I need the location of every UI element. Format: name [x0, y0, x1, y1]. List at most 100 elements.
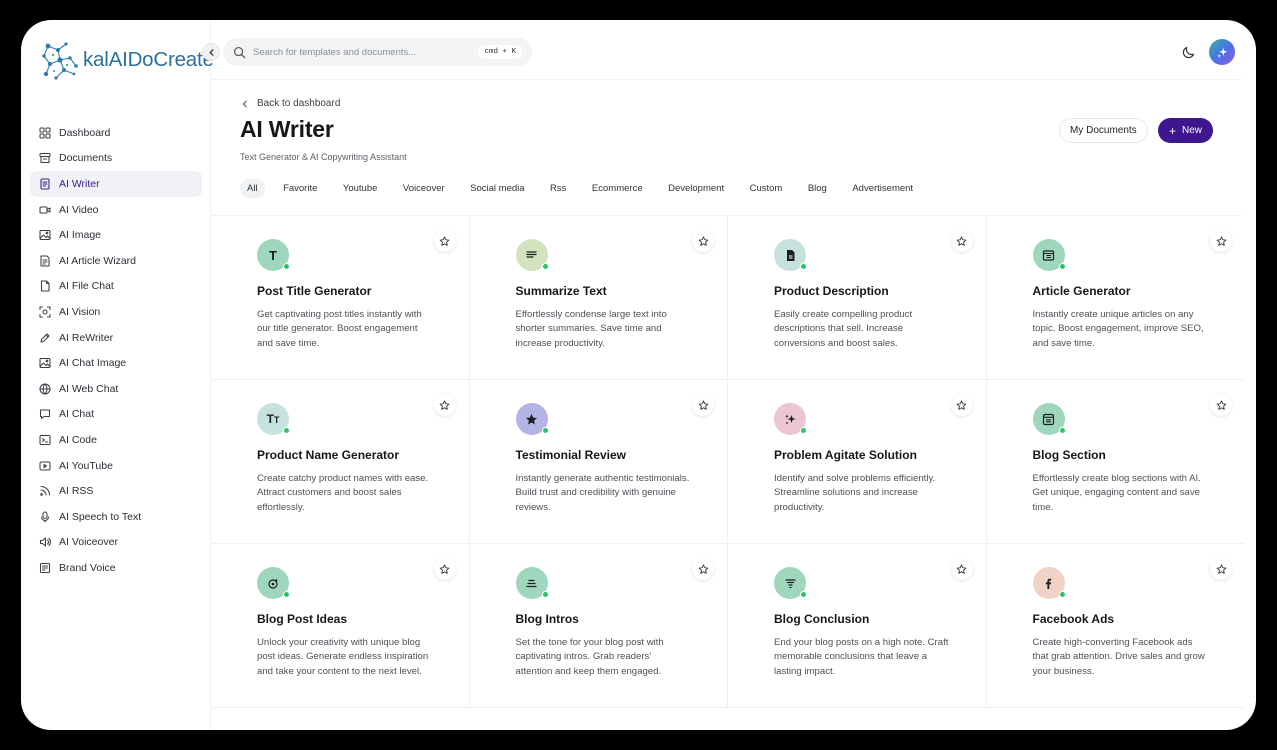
sidebar-item-ai-article-wizard[interactable]: AI Article Wizard: [30, 248, 202, 274]
sidebar-item-ai-image[interactable]: AI Image: [30, 222, 202, 248]
user-avatar[interactable]: [1209, 39, 1235, 65]
sidebar-item-label: AI Writer: [59, 177, 100, 190]
tab-favorite[interactable]: Favorite: [276, 179, 324, 198]
star-icon: [439, 236, 450, 246]
star-icon: [439, 564, 450, 574]
tab-voiceover[interactable]: Voiceover: [396, 179, 452, 198]
favorite-star-button[interactable]: [433, 558, 456, 580]
sidebar: kalAIDoCreate Dashboard Documents AI Write…: [21, 20, 214, 730]
star-icon: [698, 400, 708, 410]
filter-lines-icon: [774, 567, 807, 599]
template-card[interactable]: Testimonial Review Instantly generate aut…: [469, 380, 728, 544]
favorite-star-button[interactable]: [950, 230, 973, 252]
card-title: Problem Agitate Solution: [774, 448, 917, 462]
sidebar-item-ai-rewriter[interactable]: AI ReWriter: [30, 325, 202, 351]
favorite-star-button[interactable]: [692, 230, 714, 252]
tab-social-media[interactable]: Social media: [463, 179, 531, 198]
search-bar[interactable]: cmd + K: [223, 38, 532, 66]
card-title: Blog Section: [1032, 448, 1106, 462]
tab-custom[interactable]: Custom: [743, 179, 790, 198]
image-icon: [39, 229, 51, 241]
article-icon: [39, 255, 51, 267]
online-status-dot: [800, 263, 807, 270]
my-documents-button[interactable]: My Documents: [1059, 118, 1148, 143]
sidebar-item-label: AI Vision: [59, 305, 101, 318]
sidebar-item-ai-web-chat[interactable]: AI Web Chat: [30, 376, 202, 402]
sidebar-item-ai-writer[interactable]: AI Writer: [30, 171, 202, 197]
card-description: Create high-converting Facebook ads that…: [1032, 637, 1205, 677]
template-card[interactable]: T Post Title Generator Get captivating pos…: [211, 216, 470, 380]
card-description: Create catchy product names with ease. A…: [257, 473, 429, 513]
video-icon: [39, 204, 51, 216]
sidebar-item-label: Brand Voice: [59, 561, 116, 574]
sidebar-item-documents[interactable]: Documents: [30, 146, 202, 172]
favorite-star-button[interactable]: [1210, 230, 1232, 252]
online-status-dot: [541, 591, 549, 598]
sidebar-item-ai-chat-image[interactable]: AI Chat Image: [30, 350, 202, 376]
favorite-star-button[interactable]: [950, 394, 973, 416]
sidebar-item-dashboard[interactable]: Dashboard: [30, 120, 202, 146]
collapse-sidebar-button[interactable]: [202, 43, 220, 61]
page-subtitle: Text Generator & AI Copywriting Assistan…: [240, 152, 407, 162]
tab-youtube[interactable]: Youtube: [336, 179, 385, 198]
template-card[interactable]: Blog Post Ideas Unlock your creativity wi…: [211, 544, 470, 708]
star-icon: [956, 236, 967, 246]
sidebar-item-ai-code[interactable]: AI Code: [30, 427, 202, 453]
card-title: Summarize Text: [515, 284, 607, 298]
favorite-star-button[interactable]: [692, 558, 714, 580]
online-status-dot: [800, 591, 807, 598]
sidebar-item-ai-vision[interactable]: AI Vision: [30, 299, 202, 325]
tab-ecommerce[interactable]: Ecommerce: [585, 179, 650, 198]
tab-advertisement[interactable]: Advertisement: [845, 179, 920, 198]
template-card[interactable]: Article Generator Instantly create unique…: [986, 216, 1245, 380]
card-description: Get captivating post titles instantly wi…: [257, 309, 422, 349]
main-content: cmd + K Back to dashboard AI Writer Text…: [211, 20, 1256, 730]
brand-icon: [39, 562, 51, 574]
sidebar-item-ai-rss[interactable]: AI RSS: [30, 478, 202, 504]
tab-development[interactable]: Development: [661, 179, 731, 198]
template-card[interactable]: Summarize Text Effortlessly condense larg…: [469, 216, 728, 380]
template-card[interactable]: Blog Conclusion End your blog posts on a …: [728, 544, 987, 708]
sidebar-item-ai-speech-to-text[interactable]: AI Speech to Text: [30, 504, 202, 530]
template-card[interactable]: TT Product Name Generator Create catchy pr…: [211, 380, 470, 544]
template-card[interactable]: Blog Intros Set the tone for your blog po…: [469, 544, 728, 708]
template-card[interactable]: Problem Agitate Solution Identify and sol…: [728, 380, 987, 544]
card-description: Unlock your creativity with unique blog …: [257, 637, 429, 677]
sidebar-item-ai-chat[interactable]: AI Chat: [30, 402, 202, 428]
template-card[interactable]: Product Description Easily create compell…: [728, 216, 987, 380]
sidebar-item-brand-voice[interactable]: Brand Voice: [30, 555, 202, 581]
file-icon: [39, 280, 51, 292]
online-status-dot: [541, 263, 549, 270]
template-card[interactable]: Facebook Ads Create high-converting Faceb…: [986, 544, 1245, 708]
terminal-icon: [39, 434, 51, 446]
new-button[interactable]: + New: [1158, 118, 1214, 143]
logo[interactable]: kalAIDoCreate: [38, 38, 214, 82]
dark-mode-moon-icon[interactable]: [1181, 44, 1197, 60]
sidebar-item-label: AI Code: [59, 433, 97, 446]
favorite-star-button[interactable]: [433, 394, 456, 416]
tab-all[interactable]: All: [240, 179, 265, 198]
sidebar-item-ai-file-chat[interactable]: AI File Chat: [30, 274, 202, 300]
document-icon: [39, 178, 51, 190]
card-description: Instantly generate authentic testimonial…: [515, 473, 690, 513]
sidebar-item-label: AI Chat: [59, 408, 95, 421]
favorite-star-button[interactable]: [1210, 394, 1232, 416]
search-shortcut-badge: cmd + K: [478, 45, 522, 59]
favorite-star-button[interactable]: [950, 558, 973, 580]
sidebar-item-label: Dashboard: [59, 126, 111, 139]
search-input[interactable]: [253, 46, 473, 58]
sidebar-item-ai-video[interactable]: AI Video: [30, 197, 202, 223]
sidebar-item-ai-voiceover[interactable]: AI Voiceover: [30, 530, 202, 556]
favorite-star-button[interactable]: [692, 394, 714, 416]
template-card[interactable]: Blog Section Effortlessly create blog sec…: [986, 380, 1245, 544]
favorite-star-button[interactable]: [1210, 558, 1232, 580]
tab-blog[interactable]: Blog: [801, 179, 834, 198]
favorite-star-button[interactable]: [433, 230, 456, 252]
card-description: Effortlessly condense large text into sh…: [515, 309, 667, 349]
tab-rss[interactable]: Rss: [543, 179, 573, 198]
star-icon: [1216, 400, 1226, 410]
sparkles-icon: [774, 403, 807, 435]
sidebar-item-label: AI Voiceover: [59, 536, 118, 549]
sidebar-item-ai-youtube[interactable]: AI YouTube: [30, 453, 202, 479]
back-to-dashboard-link[interactable]: Back to dashboard: [241, 98, 340, 109]
